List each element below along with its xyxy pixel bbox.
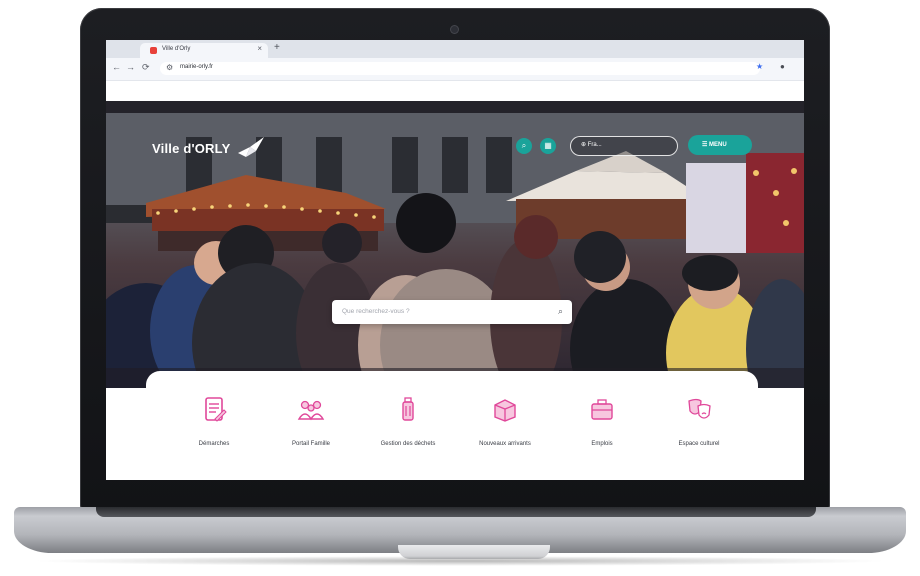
site-logo[interactable]: Ville d'ORLY bbox=[152, 135, 266, 161]
quick-link-emplois[interactable]: Emplois bbox=[554, 391, 650, 463]
account-icon[interactable]: ▦ bbox=[540, 138, 556, 154]
quick-link-label: Portail Famille bbox=[291, 441, 330, 447]
quick-link-label: Gestion des déchets bbox=[380, 441, 436, 447]
quick-link-nouveaux-arrivants[interactable]: Nouveaux arrivants bbox=[457, 391, 553, 463]
page-top-strip bbox=[106, 81, 804, 101]
tab-title: Ville d'Orly bbox=[162, 46, 191, 52]
site-info-icon[interactable]: ⚙ bbox=[166, 63, 173, 72]
quick-link-portail-famille[interactable]: Portail Famille bbox=[263, 391, 359, 463]
search-submit-icon[interactable]: ⌕ bbox=[558, 306, 563, 317]
browser-tab-bar: Ville d'Orly × + bbox=[106, 40, 804, 58]
webcam bbox=[451, 26, 458, 33]
browser-tab[interactable]: Ville d'Orly × bbox=[140, 43, 268, 58]
favicon-icon bbox=[150, 47, 157, 54]
new-tab-button[interactable]: + bbox=[274, 42, 280, 53]
reload-button[interactable]: ⟳ bbox=[142, 62, 150, 73]
search-input[interactable]: Que recherchez-vous ? ⌕ bbox=[332, 300, 572, 324]
browser-toolbar: ← → ⟳ ⚙ mairie-orly.fr ★ ● bbox=[106, 58, 804, 81]
quick-link-label: Démarches bbox=[198, 441, 230, 447]
close-icon[interactable]: × bbox=[257, 44, 262, 53]
search-placeholder: Que recherchez-vous ? bbox=[342, 308, 410, 315]
quick-link-label: Nouveaux arrivants bbox=[479, 441, 531, 447]
quick-link-label: Emplois bbox=[591, 441, 613, 447]
search-icon[interactable]: ⌕ bbox=[516, 138, 532, 154]
family-icon bbox=[297, 400, 325, 421]
page-header-band bbox=[106, 101, 804, 113]
menu-label: ☰ MENU bbox=[702, 142, 727, 148]
quick-link-label: Espace culturel bbox=[678, 441, 720, 447]
laptop-screen: Ville d'Orly × + ← → ⟳ ⚙ mairie-orly.fr … bbox=[106, 40, 804, 480]
language-select[interactable]: ⊕ Fra... bbox=[570, 136, 678, 156]
url-text: mairie-orly.fr bbox=[180, 64, 213, 70]
quick-access-panel: Démarches Portail Famille Gestion des dé… bbox=[146, 371, 758, 480]
menu-button[interactable]: ☰ MENU bbox=[688, 135, 752, 155]
moving-box-icon bbox=[494, 399, 516, 422]
profile-icon[interactable]: ● bbox=[780, 62, 785, 71]
hero-banner: Ville d'ORLY ⌕ ▦ ⊕ Fra... ☰ MENU Que rec… bbox=[106, 113, 804, 388]
quick-link-demarches[interactable]: Démarches bbox=[166, 391, 262, 463]
address-bar[interactable]: ⚙ mairie-orly.fr bbox=[160, 62, 760, 75]
forward-button[interactable]: → bbox=[126, 62, 135, 72]
theatre-masks-icon bbox=[688, 398, 711, 419]
language-label: ⊕ Fra... bbox=[581, 142, 602, 148]
document-icon bbox=[205, 397, 227, 422]
logo-text: Ville d'ORLY bbox=[152, 140, 231, 156]
star-icon[interactable]: ★ bbox=[756, 62, 763, 71]
quick-link-espace-culturel[interactable]: Espace culturel bbox=[651, 391, 747, 463]
back-button[interactable]: ← bbox=[112, 62, 121, 72]
keyboard-hinge bbox=[96, 507, 816, 517]
quick-link-gestion-dechets[interactable]: Gestion des déchets bbox=[360, 391, 456, 463]
briefcase-icon bbox=[591, 399, 613, 420]
bird-logo-icon bbox=[238, 137, 265, 157]
recycle-bin-icon bbox=[402, 397, 414, 421]
laptop-shadow bbox=[30, 556, 890, 566]
